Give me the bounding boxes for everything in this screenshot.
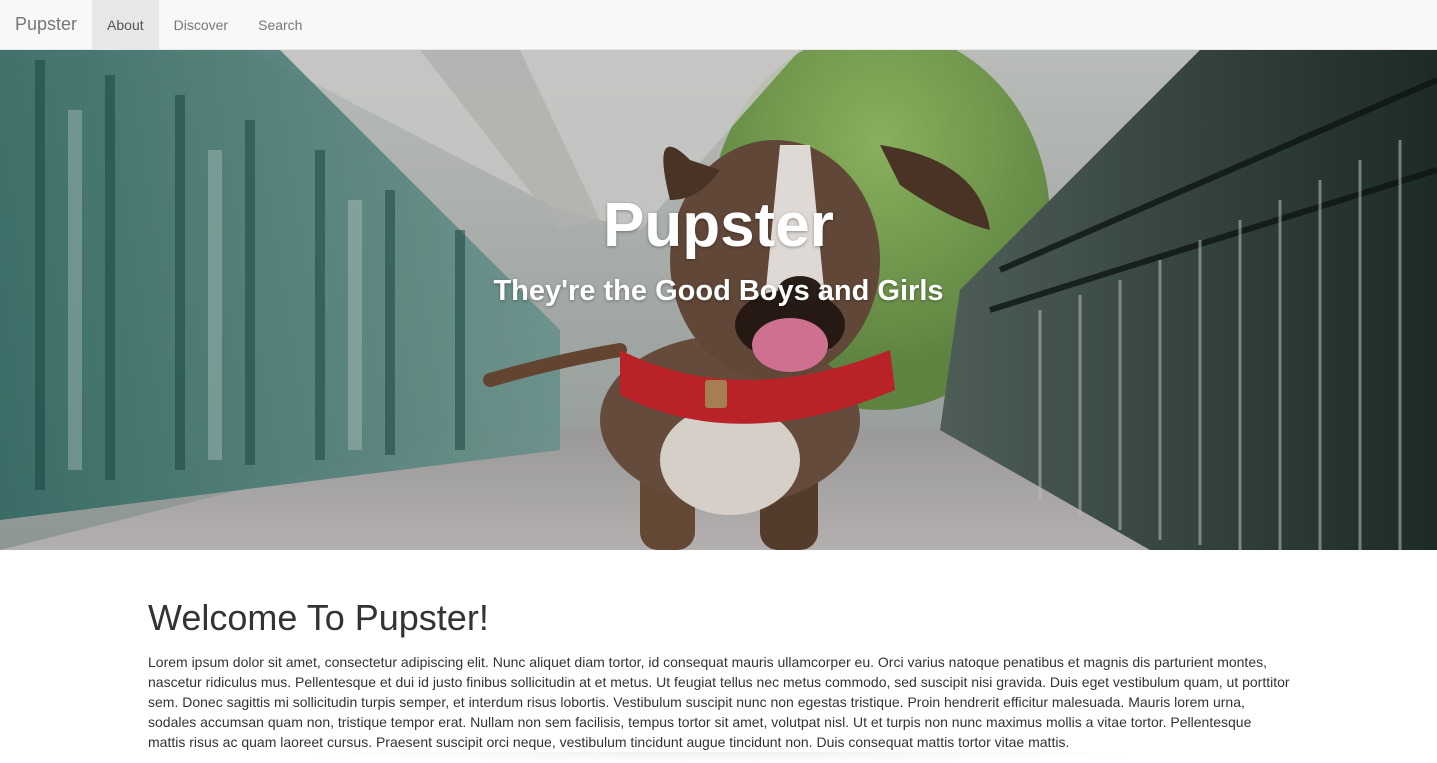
- nav-list: About Discover Search: [92, 0, 317, 49]
- nav-link-search[interactable]: Search: [243, 0, 317, 49]
- nav-item-about: About: [92, 0, 159, 49]
- welcome-heading: Welcome To Pupster!: [148, 597, 489, 638]
- intro-paragraph: Lorem ipsum dolor sit amet, consectetur …: [148, 653, 1290, 750]
- card-shadow: [290, 752, 1150, 763]
- hero-banner: Pupster They're the Good Boys and Girls: [0, 50, 1437, 550]
- navbar: Pupster About Discover Search: [0, 0, 1437, 50]
- nav-item-search: Search: [243, 0, 317, 49]
- hero-subtitle: They're the Good Boys and Girls: [493, 275, 944, 307]
- nav-item-discover: Discover: [159, 0, 243, 49]
- hero-title: Pupster: [603, 191, 834, 260]
- nav-link-discover[interactable]: Discover: [159, 0, 243, 49]
- nav-link-about[interactable]: About: [92, 0, 159, 49]
- main-content: Welcome To Pupster! Lorem ipsum dolor si…: [148, 598, 1290, 752]
- brand-link[interactable]: Pupster: [0, 0, 92, 49]
